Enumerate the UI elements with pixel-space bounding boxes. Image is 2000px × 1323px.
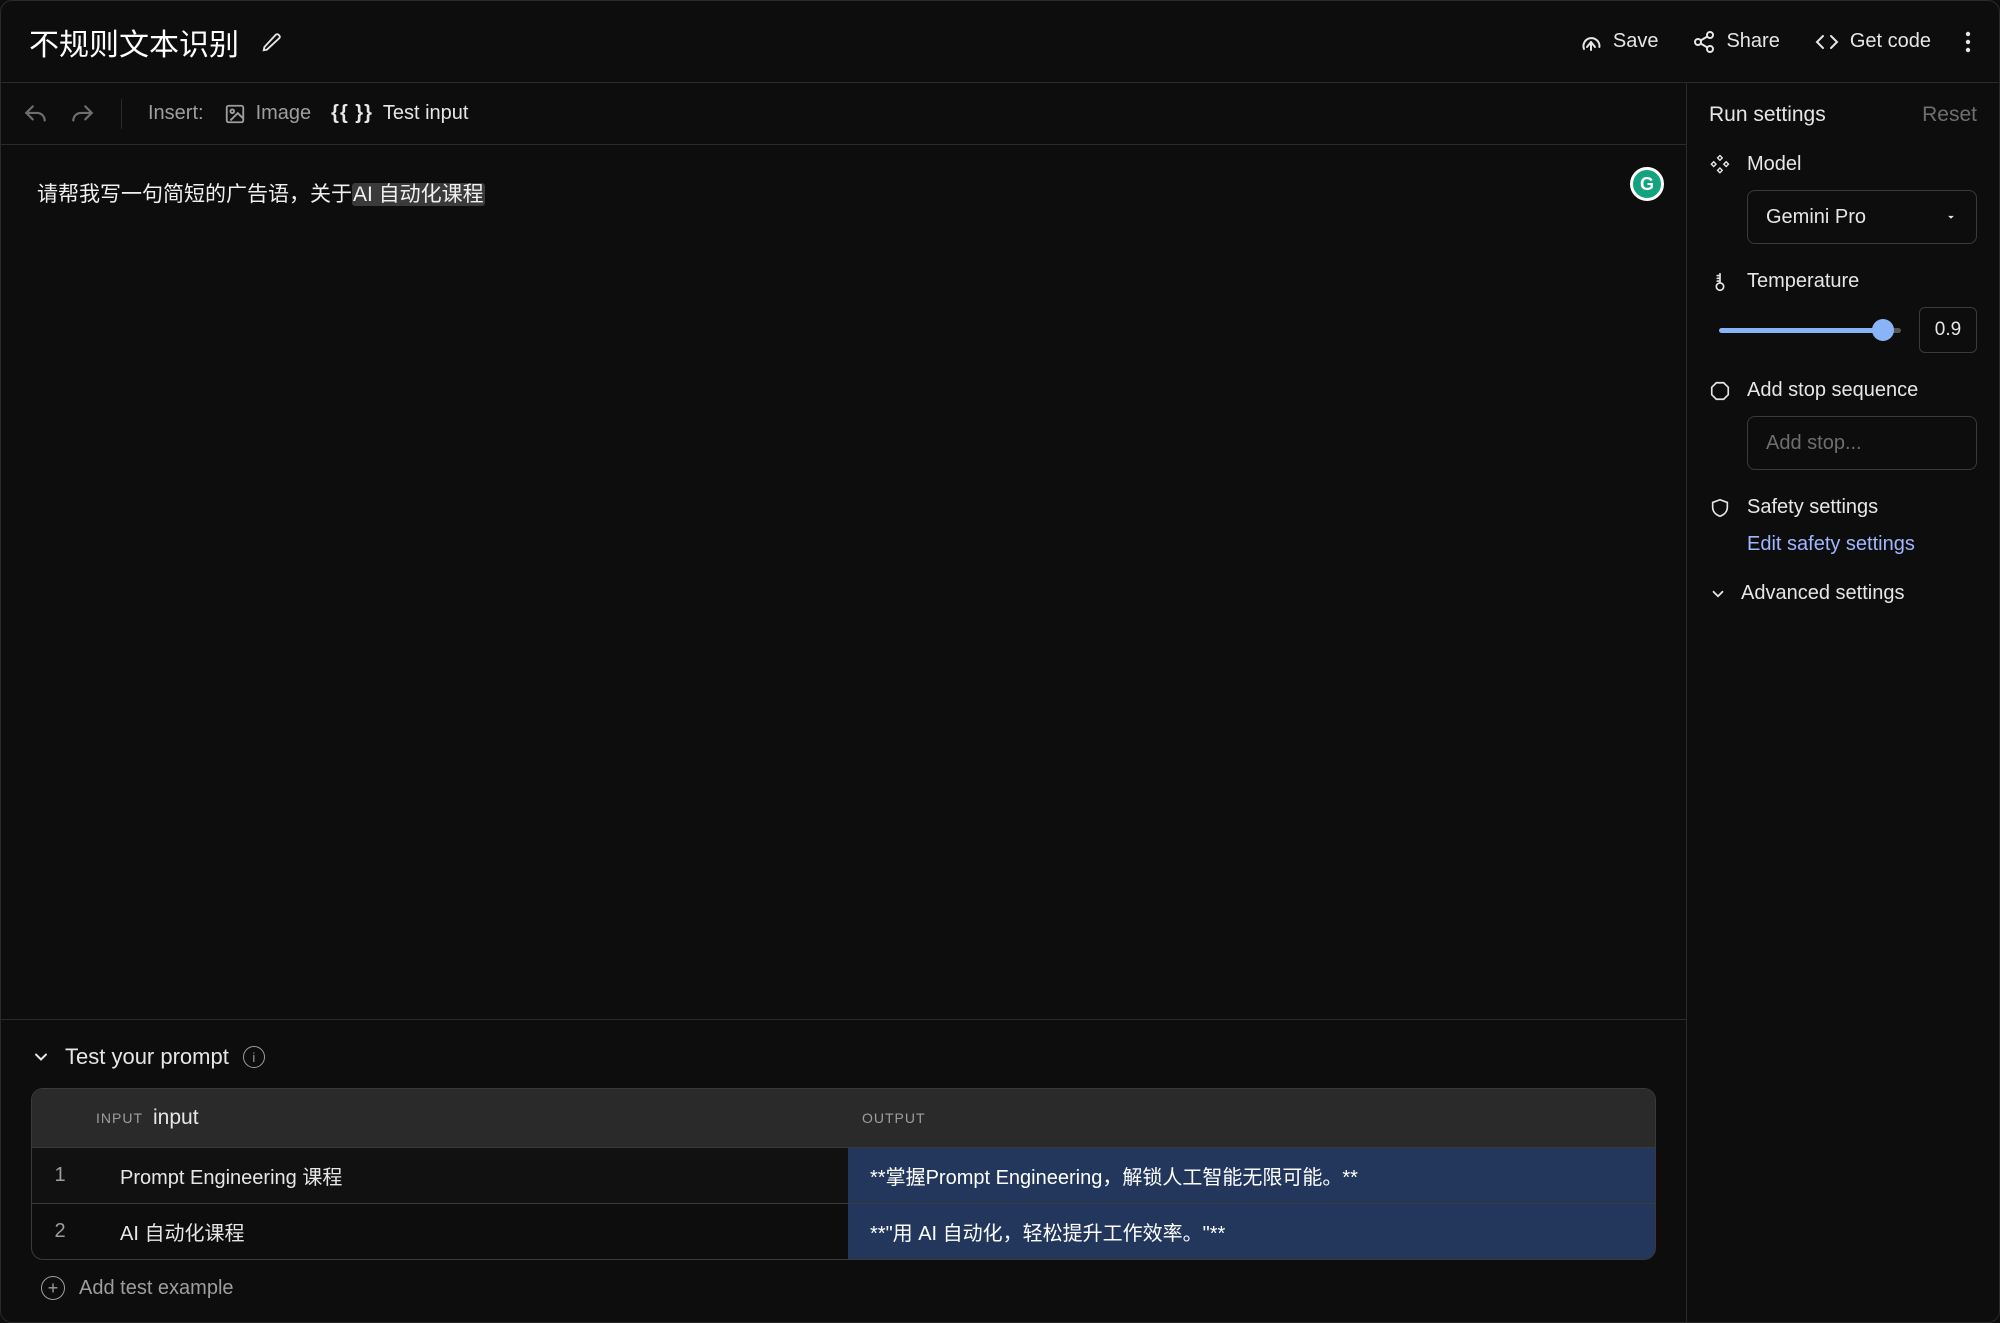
add-test-example-button[interactable]: + Add test example: [31, 1260, 1656, 1304]
grammarly-badge-icon[interactable]: G: [1630, 167, 1664, 201]
dropdown-icon: [1944, 210, 1958, 224]
page-title: 不规则文本识别: [29, 20, 239, 64]
safety-label: Safety settings: [1747, 496, 1878, 519]
table-row: 1 Prompt Engineering 课程 **掌握Prompt Engin…: [32, 1147, 1655, 1203]
temperature-value[interactable]: 0.9: [1919, 307, 1977, 353]
edit-safety-link[interactable]: Edit safety settings: [1747, 533, 1977, 556]
row-input[interactable]: AI 自动化课程: [88, 1204, 848, 1259]
undo-icon[interactable]: [23, 104, 49, 124]
share-label: Share: [1726, 30, 1779, 53]
model-value: Gemini Pro: [1766, 206, 1866, 229]
row-number: 2: [32, 1204, 88, 1259]
table-row: 2 AI 自动化课程 **"用 AI 自动化，轻松提升工作效率。"**: [32, 1203, 1655, 1259]
prompt-text-variable[interactable]: AI 自动化课程: [352, 183, 485, 206]
advanced-settings-label: Advanced settings: [1741, 582, 1904, 605]
stop-placeholder: Add stop...: [1766, 432, 1862, 455]
chevron-down-icon: [1709, 585, 1727, 603]
braces-icon: {{ }}: [331, 102, 373, 125]
row-output[interactable]: **掌握Prompt Engineering，解锁人工智能无限可能。**: [848, 1148, 1655, 1203]
redo-icon[interactable]: [69, 104, 95, 124]
model-select[interactable]: Gemini Pro: [1747, 190, 1977, 244]
temperature-icon: [1709, 271, 1731, 293]
share-button[interactable]: Share: [1692, 30, 1779, 54]
table-header: INPUT input OUTPUT: [32, 1089, 1655, 1147]
insert-test-input-button[interactable]: {{ }} Test input: [331, 102, 468, 125]
shield-icon: [1709, 497, 1731, 519]
prompt-editor[interactable]: 请帮我写一句简短的广告语，关于AI 自动化课程 G: [1, 145, 1686, 1019]
insert-image-button[interactable]: Image: [224, 102, 312, 125]
temperature-slider[interactable]: [1719, 328, 1901, 333]
advanced-settings-toggle[interactable]: Advanced settings: [1709, 582, 1977, 605]
stop-icon: [1709, 380, 1731, 402]
add-test-example-label: Add test example: [79, 1277, 234, 1300]
reset-button[interactable]: Reset: [1922, 103, 1977, 127]
test-prompt-section: Test your prompt i INPUT input OUTPUT 1: [1, 1019, 1686, 1322]
test-prompt-toggle[interactable]: Test your prompt i: [31, 1044, 1656, 1070]
test-prompt-heading: Test your prompt: [65, 1044, 229, 1070]
info-icon[interactable]: i: [243, 1046, 265, 1068]
model-label: Model: [1747, 153, 1801, 176]
save-label: Save: [1613, 30, 1659, 53]
more-menu-icon[interactable]: [1965, 30, 1971, 54]
output-column-tag: OUTPUT: [862, 1110, 926, 1126]
edit-title-icon[interactable]: [261, 31, 283, 53]
chevron-down-icon: [31, 1047, 51, 1067]
stop-sequence-label: Add stop sequence: [1747, 379, 1918, 402]
row-number: 1: [32, 1148, 88, 1203]
stop-sequence-input[interactable]: Add stop...: [1747, 416, 1977, 470]
insert-image-label: Image: [256, 102, 312, 125]
prompt-text-plain: 请帮我写一句简短的广告语，关于: [37, 183, 352, 206]
row-output[interactable]: **"用 AI 自动化，轻松提升工作效率。"**: [848, 1204, 1655, 1259]
get-code-label: Get code: [1850, 30, 1931, 53]
editor-toolbar: Insert: Image {{ }} Test input: [1, 83, 1686, 145]
insert-test-input-label: Test input: [383, 102, 469, 125]
plus-icon: +: [41, 1276, 65, 1300]
input-column-tag: INPUT: [96, 1110, 143, 1126]
run-settings-panel: Run settings Reset Model Gemini Pro Temp…: [1686, 83, 1999, 1322]
row-input[interactable]: Prompt Engineering 课程: [88, 1148, 848, 1203]
main-column: Insert: Image {{ }} Test input 请帮我写一句简短的…: [1, 83, 1686, 1322]
insert-label: Insert:: [148, 102, 204, 125]
slider-thumb[interactable]: [1872, 319, 1894, 341]
input-column-name: input: [153, 1106, 199, 1130]
run-settings-title: Run settings: [1709, 103, 1826, 127]
temperature-label: Temperature: [1747, 270, 1859, 293]
save-button[interactable]: Save: [1579, 30, 1659, 54]
get-code-button[interactable]: Get code: [1814, 30, 1931, 54]
test-table: INPUT input OUTPUT 1 Prompt Engineering …: [31, 1088, 1656, 1260]
header-bar: 不规则文本识别 Save Share Get code: [1, 1, 1999, 83]
model-icon: [1709, 154, 1731, 176]
